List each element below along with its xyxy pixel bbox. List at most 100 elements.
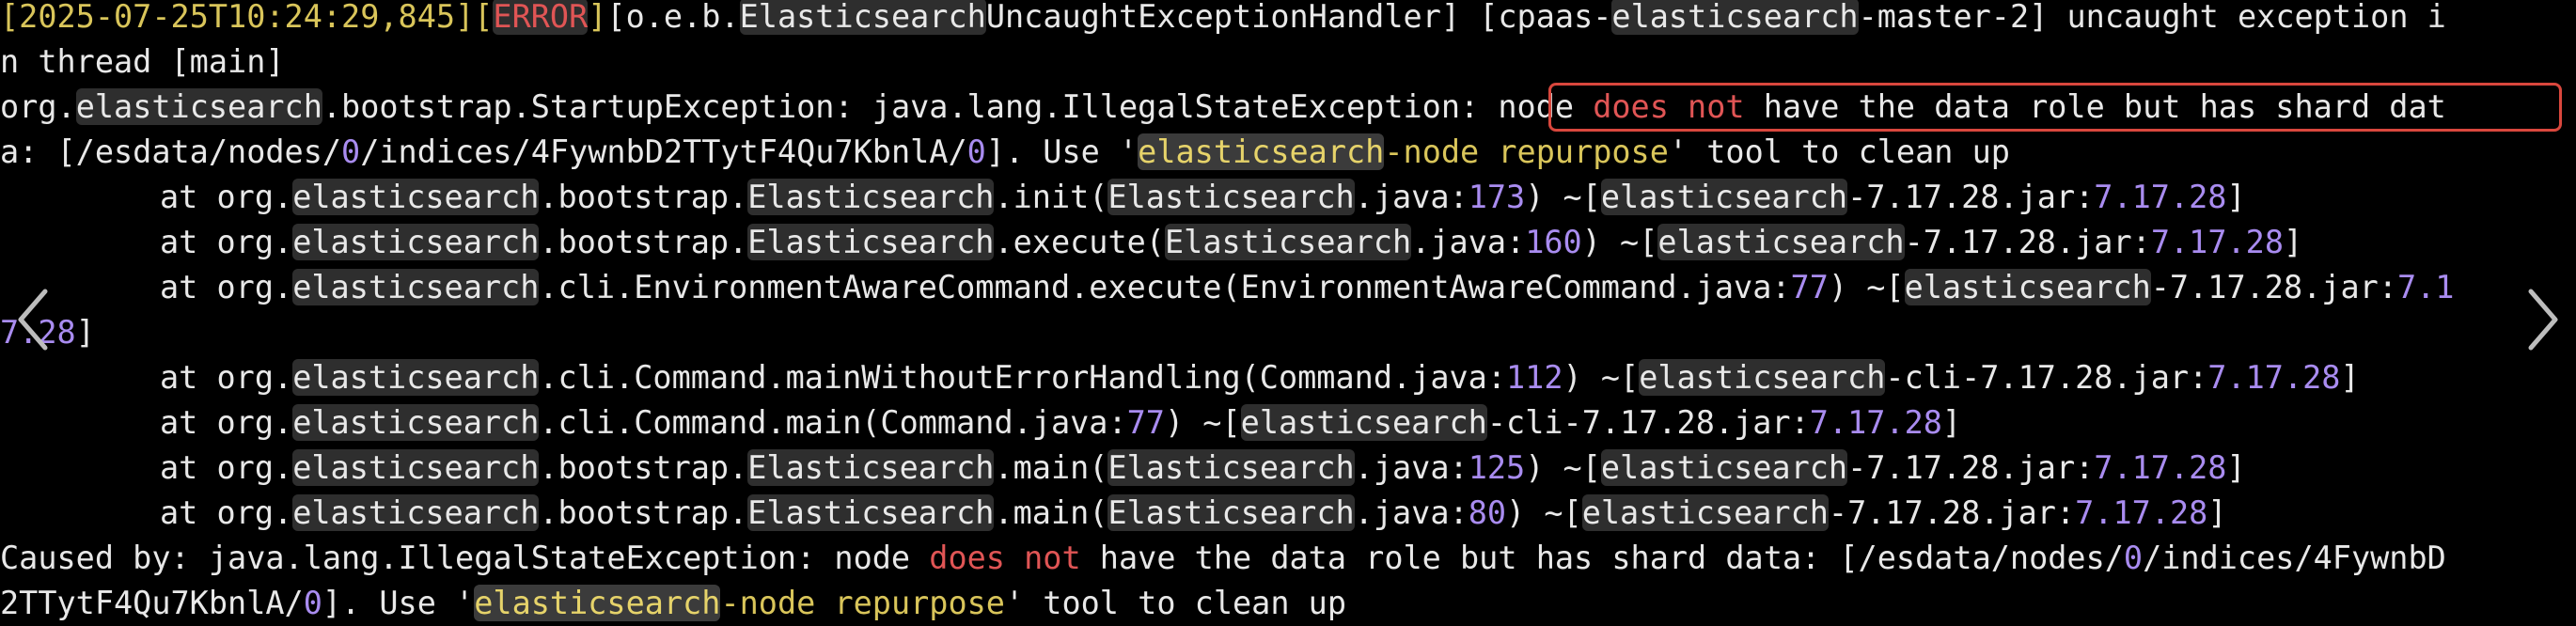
jar-es: elasticsearch bbox=[1581, 494, 1829, 531]
tool-repurpose: -node repurpose bbox=[1384, 133, 1669, 170]
logger-es: Elasticsearch bbox=[739, 0, 986, 35]
log-level-error: ERROR bbox=[493, 0, 589, 35]
at: at org. bbox=[160, 269, 293, 305]
path-num: 0 bbox=[2123, 540, 2144, 576]
path-num2: 0 bbox=[966, 133, 986, 170]
chevron-left-icon bbox=[18, 289, 48, 351]
log-text: n thread [main] bbox=[0, 43, 285, 80]
bracket: ) ~[ bbox=[1828, 269, 1905, 305]
ext: .java: bbox=[1354, 449, 1469, 486]
line-number: 125 bbox=[1468, 449, 1526, 486]
stack-line-5: at org. elasticsearch .cli.Command.main(Co… bbox=[0, 400, 1961, 446]
bracket: ) ~[ bbox=[1525, 449, 1601, 486]
ext: .java: bbox=[1354, 179, 1469, 215]
jar-es: elasticsearch bbox=[1657, 224, 1905, 260]
path-a: 2TTytF4Qu7KbnlA/ bbox=[0, 585, 304, 621]
line-number: 173 bbox=[1468, 179, 1526, 215]
stack-line-1: at org.elasticsearch.bootstrap.Elasticse… bbox=[0, 175, 2246, 220]
msg-rest: have the data role but has shard data: [… bbox=[1080, 540, 2124, 576]
line-number: 160 bbox=[1525, 224, 1582, 260]
use-text: ]. Use ' bbox=[322, 585, 475, 621]
log-line-4: a: [/esdata/nodes/0/indices/4FywnbD2TTyt… bbox=[0, 130, 2010, 175]
file: Elasticsearch bbox=[1107, 449, 1355, 486]
path-a: a: [/esdata/nodes/ bbox=[0, 133, 342, 170]
chevron-right-icon bbox=[2528, 289, 2558, 351]
exception-class: .bootstrap.StartupException: java.lang.I… bbox=[322, 88, 1499, 125]
method: .cli.Command.mainWithoutErrorHandling(Co… bbox=[539, 359, 1506, 396]
log-message: uncaught exception i bbox=[2048, 0, 2446, 35]
ext: .java: bbox=[1411, 224, 1526, 260]
stack-line-2: at org.elasticsearch.bootstrap.Elasticse… bbox=[0, 220, 2302, 265]
method: .cli.EnvironmentAwareCommand.execute(Env… bbox=[539, 269, 1791, 305]
log-line-1: [2025-07-25T10:24:29,845][ERROR][o.e.b.E… bbox=[0, 0, 2446, 35]
pkg-es: elasticsearch bbox=[75, 88, 322, 125]
bracket: ) ~[ bbox=[1525, 179, 1601, 215]
caused-by-text: Caused by: java.lang.IllegalStateExcepti… bbox=[0, 540, 930, 576]
version: 7.17.28 bbox=[2094, 449, 2227, 486]
method: .main( bbox=[994, 494, 1108, 531]
es: elasticsearch bbox=[292, 359, 540, 396]
es: elasticsearch bbox=[292, 494, 540, 531]
pkg: .bootstrap. bbox=[539, 494, 748, 531]
stack-line-4: at org.elasticsearch.cli.Command.mainWit… bbox=[0, 355, 2360, 400]
file: Elasticsearch bbox=[1107, 494, 1355, 531]
method: .execute( bbox=[994, 224, 1165, 260]
version: 7.17.28 bbox=[2207, 359, 2341, 396]
jar: -cli-7.17.28.jar: bbox=[1885, 359, 2208, 396]
jar: -7.17.28.jar: bbox=[1847, 179, 2095, 215]
pkg: .bootstrap. bbox=[539, 449, 748, 486]
es: elasticsearch bbox=[292, 269, 540, 305]
path-b: /indices/4FywnbD bbox=[2143, 540, 2446, 576]
path-b: /indices/4FywnbD2TTytF4Qu7KbnlA/ bbox=[360, 133, 967, 170]
close: ] bbox=[2226, 449, 2246, 486]
method: .cli.Command.main(Command.java: bbox=[539, 404, 1127, 441]
path-num: 0 bbox=[303, 585, 322, 621]
at: at org. bbox=[160, 449, 293, 486]
next-image-button[interactable] bbox=[2514, 282, 2570, 357]
terminal-log-view: [2025-07-25T10:24:29,845][ERROR][o.e.b.E… bbox=[0, 0, 2576, 624]
version: 7.17.28 bbox=[2094, 179, 2227, 215]
version: 7.17.28 bbox=[2150, 224, 2284, 260]
close: ] bbox=[2284, 224, 2303, 260]
ext: .java: bbox=[1354, 494, 1469, 531]
version: 7.1 bbox=[2396, 269, 2455, 305]
es: elasticsearch bbox=[292, 179, 540, 215]
es: elasticsearch bbox=[292, 224, 540, 260]
pkg: org. bbox=[0, 88, 76, 125]
line-number: 77 bbox=[1790, 269, 1829, 305]
logger-suffix: UncaughtExceptionHandler bbox=[985, 0, 1441, 35]
tool-es: elasticsearch bbox=[1138, 133, 1385, 170]
cls: Elasticsearch bbox=[747, 224, 995, 260]
tool-es: elasticsearch bbox=[474, 585, 721, 621]
tool-rest: ' tool to clean up bbox=[1004, 585, 1347, 621]
at: at org. bbox=[160, 494, 293, 531]
bracket: ) ~[ bbox=[1506, 494, 1582, 531]
bracket: ) ~[ bbox=[1581, 224, 1658, 260]
stack-line-3: at org.elasticsearch.cli.EnvironmentAwar… bbox=[0, 265, 2454, 310]
line-number: 77 bbox=[1126, 404, 1165, 441]
thread-es: elasticsearch bbox=[1611, 0, 1859, 35]
caused-by-line-wrap: 2TTytF4Qu7KbnlA/0]. Use 'elasticsearch-n… bbox=[0, 581, 1346, 626]
jar-es: elasticsearch bbox=[1904, 269, 2151, 305]
previous-image-button[interactable] bbox=[6, 282, 62, 357]
cls: Elasticsearch bbox=[747, 179, 995, 215]
jar-es: elasticsearch bbox=[1240, 404, 1487, 441]
bracket: ) ~[ bbox=[1164, 404, 1241, 441]
at: at org. bbox=[160, 404, 293, 441]
msg-does-not: does not bbox=[929, 540, 1081, 576]
at: at org. bbox=[160, 359, 293, 396]
jar: -7.17.28.jar: bbox=[1847, 449, 2095, 486]
version: 7.17.28 bbox=[1809, 404, 1942, 441]
close: ] bbox=[2207, 494, 2227, 531]
use-text: ]. Use ' bbox=[985, 133, 1139, 170]
close: ] bbox=[1941, 404, 1962, 441]
tool-repurpose: -node repurpose bbox=[720, 585, 1005, 621]
error-message-highlight-box bbox=[1548, 83, 2562, 132]
method: .main( bbox=[994, 449, 1108, 486]
log-line-2: n thread [main] bbox=[0, 39, 285, 85]
line-number: 112 bbox=[1506, 359, 1563, 396]
close: ] bbox=[2226, 179, 2246, 215]
es: elasticsearch bbox=[292, 449, 540, 486]
pkg: .bootstrap. bbox=[539, 179, 748, 215]
stack-line-7: at org.elasticsearch.bootstrap.Elasticse… bbox=[0, 491, 2226, 536]
